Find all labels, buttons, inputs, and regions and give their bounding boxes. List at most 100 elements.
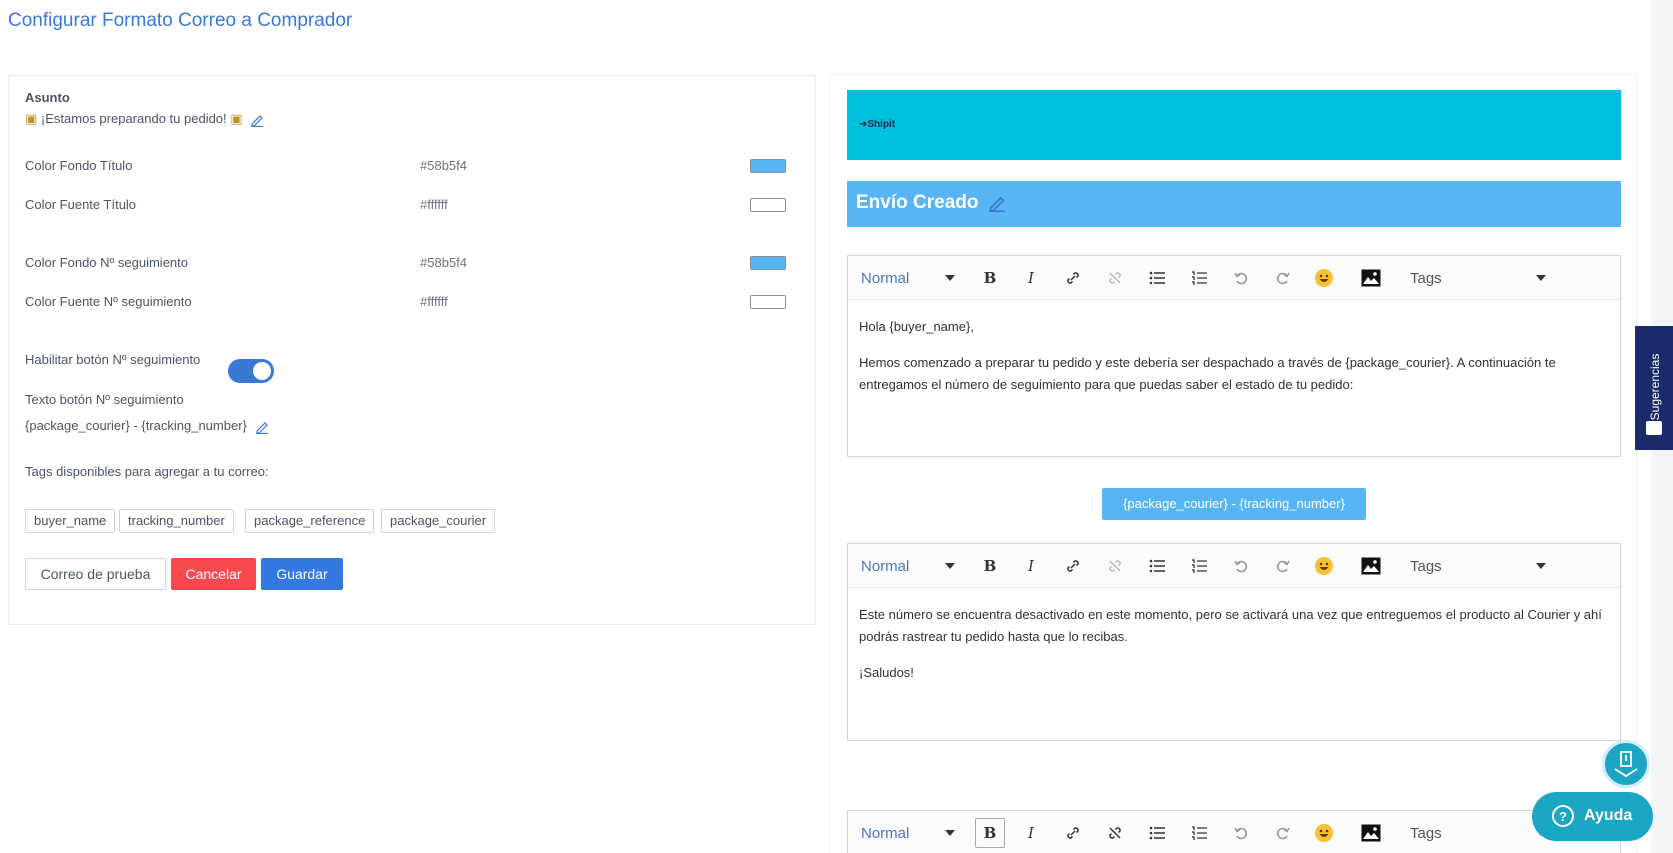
color-swatch-tracking-font[interactable]: [750, 295, 786, 309]
link-icon[interactable]: [1062, 267, 1084, 289]
rich-text-editor[interactable]: Normal B I Tags Este número se encuentra…: [847, 543, 1621, 741]
download-fab[interactable]: [1602, 740, 1650, 788]
link-icon[interactable]: [1062, 555, 1084, 577]
numbered-list-icon[interactable]: [1188, 555, 1210, 577]
subject-label: Asunto: [25, 90, 70, 105]
editor-toolbar: Normal B I Tags: [848, 256, 1620, 300]
tag-chip[interactable]: package_courier: [381, 509, 496, 533]
color-row-hex: #58b5f4: [420, 255, 467, 270]
color-swatch-tracking-bg[interactable]: [750, 256, 786, 270]
image-icon[interactable]: [1360, 555, 1382, 577]
editor-content[interactable]: Este número se encuentra desactivado en …: [859, 604, 1606, 698]
editor-paragraph: Hola {buyer_name},: [859, 319, 974, 334]
editor-content[interactable]: Hola {buyer_name}, Hemos comenzado a pre…: [859, 316, 1606, 410]
toggle-knob: [253, 362, 271, 380]
help-label: Ayuda: [1584, 807, 1633, 824]
email-title-bar: Envío Creado: [847, 181, 1621, 227]
format-select[interactable]: Normal: [861, 555, 909, 577]
color-row-hex: #ffffff: [420, 197, 448, 212]
tracking-button-toggle[interactable]: [228, 359, 274, 383]
package-icon: ▣: [25, 111, 38, 126]
undo-icon[interactable]: [1230, 267, 1252, 289]
feedback-icon: [1646, 421, 1662, 435]
chevron-down-icon[interactable]: [945, 563, 955, 569]
link-icon[interactable]: [1062, 822, 1084, 844]
tag-chip[interactable]: buyer_name: [25, 509, 116, 533]
emoji-icon[interactable]: [1313, 555, 1335, 577]
emoji-icon[interactable]: [1313, 267, 1335, 289]
edit-subject-icon[interactable]: [250, 113, 264, 127]
save-button[interactable]: Guardar: [261, 558, 343, 590]
color-row-hex: #ffffff: [420, 294, 448, 309]
redo-icon[interactable]: [1272, 822, 1294, 844]
bold-icon[interactable]: B: [979, 267, 1001, 289]
italic-icon[interactable]: I: [1020, 555, 1042, 577]
editor-toolbar: Normal B I Tags: [848, 811, 1620, 853]
italic-icon[interactable]: I: [1020, 267, 1042, 289]
rich-text-editor[interactable]: Normal B I Tags: [847, 810, 1621, 853]
brand-logo: ➜Shipit: [859, 119, 896, 130]
chevron-down-icon[interactable]: [945, 275, 955, 281]
color-row-hex: #58b5f4: [420, 158, 467, 173]
format-select[interactable]: Normal: [861, 267, 909, 289]
unlink-icon[interactable]: [1104, 822, 1126, 844]
bold-icon[interactable]: B: [975, 818, 1005, 848]
bullet-list-icon[interactable]: [1146, 822, 1168, 844]
brand-header: ➜Shipit: [847, 90, 1621, 160]
editor-paragraph: ¡Saludos!: [859, 665, 914, 680]
bullet-list-icon[interactable]: [1146, 555, 1168, 577]
tags-select[interactable]: Tags: [1410, 555, 1442, 577]
numbered-list-icon[interactable]: [1188, 267, 1210, 289]
test-email-button[interactable]: Correo de prueba: [25, 558, 166, 590]
edit-title-icon[interactable]: [988, 194, 1006, 212]
cancel-button[interactable]: Cancelar: [171, 558, 256, 590]
image-icon[interactable]: [1360, 822, 1382, 844]
redo-icon[interactable]: [1272, 267, 1294, 289]
undo-icon[interactable]: [1230, 555, 1252, 577]
button-text-row: {package_courier} - {tracking_number}: [25, 418, 269, 434]
download-icon: [1614, 751, 1638, 778]
color-row-label: Color Fondo Título: [25, 158, 133, 173]
button-text-label: Texto botón Nº seguimiento: [25, 392, 184, 407]
color-row-label: Color Fuente Nº seguimiento: [25, 294, 192, 309]
toggle-label: Habilitar botón Nº seguimiento: [25, 352, 201, 367]
tag-chip[interactable]: tracking_number: [119, 509, 234, 533]
color-swatch-title-bg[interactable]: [750, 159, 786, 173]
color-row-label: Color Fuente Título: [25, 197, 137, 212]
rich-text-editor[interactable]: Normal B I Tags Hola {buyer_name}, Hemos…: [847, 255, 1621, 457]
tags-select[interactable]: Tags: [1410, 267, 1442, 289]
format-select[interactable]: Normal: [861, 822, 909, 844]
tag-chip[interactable]: package_reference: [245, 509, 375, 533]
chevron-down-icon[interactable]: [1536, 563, 1546, 569]
settings-card: Asunto ▣ ¡Estamos preparando tu pedido! …: [8, 75, 816, 625]
edit-button-text-icon[interactable]: [255, 420, 269, 434]
chevron-down-icon[interactable]: [945, 830, 955, 836]
chevron-down-icon[interactable]: [1536, 275, 1546, 281]
bold-icon[interactable]: B: [979, 555, 1001, 577]
color-swatch-title-font[interactable]: [750, 198, 786, 212]
package-icon: ▣: [230, 111, 243, 126]
sugerencias-tab[interactable]: Sugerencias: [1635, 326, 1673, 450]
question-icon: ?: [1552, 805, 1574, 827]
numbered-list-icon[interactable]: [1188, 822, 1210, 844]
email-title: Envío Creado: [856, 192, 1006, 214]
tags-select[interactable]: Tags: [1410, 822, 1442, 844]
italic-icon[interactable]: I: [1020, 822, 1042, 844]
editor-toolbar: Normal B I Tags: [848, 544, 1620, 588]
bullet-list-icon[interactable]: [1146, 267, 1168, 289]
unlink-icon[interactable]: [1104, 555, 1126, 577]
color-row-label: Color Fondo Nº seguimiento: [25, 255, 188, 270]
editor-paragraph: Este número se encuentra desactivado en …: [859, 607, 1602, 644]
redo-icon[interactable]: [1272, 555, 1294, 577]
help-button[interactable]: ? Ayuda: [1532, 792, 1653, 841]
button-text-value: {package_courier} - {tracking_number}: [25, 418, 247, 433]
emoji-icon[interactable]: [1313, 822, 1335, 844]
tracking-number-button[interactable]: {package_courier} - {tracking_number}: [1102, 488, 1366, 520]
tags-label: Tags disponibles para agregar a tu corre…: [25, 464, 269, 479]
undo-icon[interactable]: [1230, 822, 1252, 844]
unlink-icon[interactable]: [1104, 267, 1126, 289]
editor-paragraph: Hemos comenzado a preparar tu pedido y e…: [859, 355, 1556, 392]
subject-row: ▣ ¡Estamos preparando tu pedido! ▣: [25, 111, 264, 127]
sugerencias-label: Sugerencias: [1648, 353, 1662, 421]
image-icon[interactable]: [1360, 267, 1382, 289]
